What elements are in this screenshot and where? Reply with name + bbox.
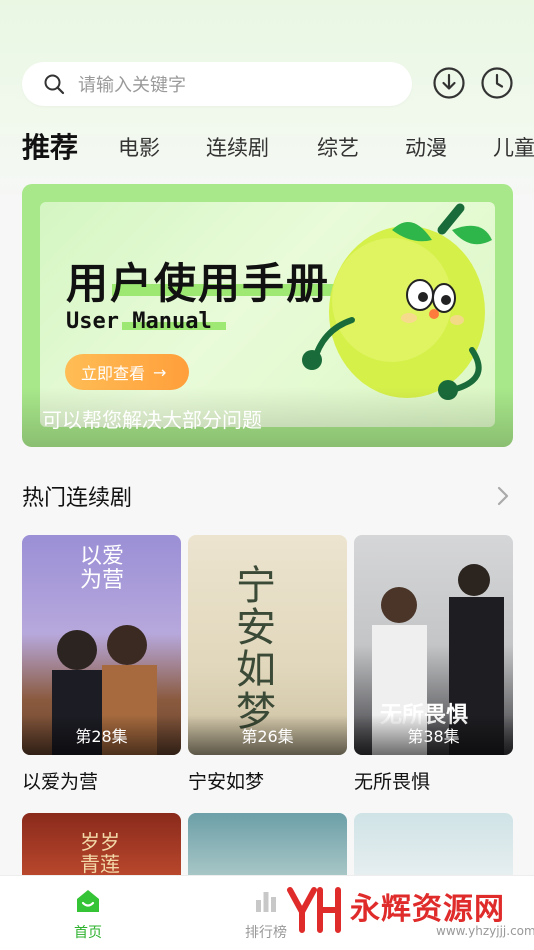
category-tabs: 推荐 电影 连续剧 综艺 动漫 儿童 xyxy=(22,124,534,168)
drama-card[interactable]: 以爱为营 第28集 以爱为营 xyxy=(22,535,181,794)
banner-caption-overlay: 可以帮您解决大部分问题 xyxy=(22,387,513,447)
drama-title: 宁安如梦 xyxy=(188,771,265,793)
hot-series-header[interactable]: 热门连续剧 xyxy=(22,480,512,514)
tab-series[interactable]: 连续剧 xyxy=(206,132,269,162)
nav-ranking-label: 排行榜 xyxy=(245,925,287,941)
drama-card[interactable]: 无所畏惧 第38集 无所畏惧 xyxy=(354,535,513,794)
pear-mascot-icon xyxy=(302,203,492,400)
banner-subtitle: User Manual xyxy=(66,309,212,334)
home-icon xyxy=(77,890,99,912)
search-input[interactable]: 请输入关键字 xyxy=(22,62,412,106)
poster-title: 以爱为营 xyxy=(80,544,125,593)
section-title: 热门连续剧 xyxy=(22,486,133,511)
tab-anime[interactable]: 动漫 xyxy=(405,132,447,162)
watermark: 永辉资源网 www.yhzyjjj.com xyxy=(286,882,534,942)
drama-poster[interactable]: 以爱为营 第28集 xyxy=(22,535,181,755)
chart-icon xyxy=(256,892,276,912)
search-placeholder: 请输入关键字 xyxy=(78,75,186,96)
search-row: 请输入关键字 xyxy=(22,62,522,106)
watermark-brand: 永辉资源网 xyxy=(350,892,505,927)
search-icon xyxy=(44,74,65,95)
tab-kids[interactable]: 儿童 xyxy=(493,132,534,162)
drama-poster[interactable]: 宁安如梦 第26集 xyxy=(188,535,347,755)
watermark-logo-icon xyxy=(287,887,341,933)
download-icon[interactable] xyxy=(432,66,466,100)
view-now-button[interactable]: 立即查看 → xyxy=(65,354,189,390)
drama-poster[interactable] xyxy=(354,813,513,875)
drama-poster[interactable]: 无所畏惧 第38集 xyxy=(354,535,513,755)
poster-title: 岁岁青莲 xyxy=(80,830,120,875)
chevron-right-icon[interactable] xyxy=(494,484,512,508)
episode-badge: 第38集 xyxy=(354,715,513,755)
drama-poster[interactable] xyxy=(188,813,347,875)
tab-movie[interactable]: 电影 xyxy=(118,132,160,162)
banner-title: 用户使用手册 xyxy=(66,259,331,308)
history-icon[interactable] xyxy=(480,66,514,100)
nav-home[interactable]: 首页 xyxy=(48,886,128,942)
tab-recommend[interactable]: 推荐 xyxy=(22,126,78,166)
banner-caption: 可以帮您解决大部分问题 xyxy=(42,408,262,432)
arrow-right-icon: → xyxy=(153,362,167,382)
user-manual-banner[interactable]: 用户使用手册 User Manual 立即查看 → 可以帮您解决大部分问题 xyxy=(22,184,513,447)
drama-poster[interactable]: 岁岁青莲 xyxy=(22,813,181,875)
drama-grid-row-2: 岁岁青莲 xyxy=(22,813,513,875)
watermark-url: www.yhzyjjj.com xyxy=(436,924,534,938)
view-now-label: 立即查看 xyxy=(81,364,146,383)
drama-title: 以爱为营 xyxy=(22,771,99,793)
drama-card[interactable]: 宁安如梦 第26集 宁安如梦 xyxy=(188,535,347,794)
tab-variety[interactable]: 综艺 xyxy=(317,132,359,162)
episode-badge: 第26集 xyxy=(188,715,347,755)
poster-title: 宁安如梦 xyxy=(236,563,276,735)
drama-title: 无所畏惧 xyxy=(354,771,431,793)
nav-home-label: 首页 xyxy=(74,925,102,941)
bottom-nav: 首页 排行榜 永辉资源网 www.yhzyjjj.com xyxy=(0,875,534,950)
episode-badge: 第28集 xyxy=(22,715,181,755)
